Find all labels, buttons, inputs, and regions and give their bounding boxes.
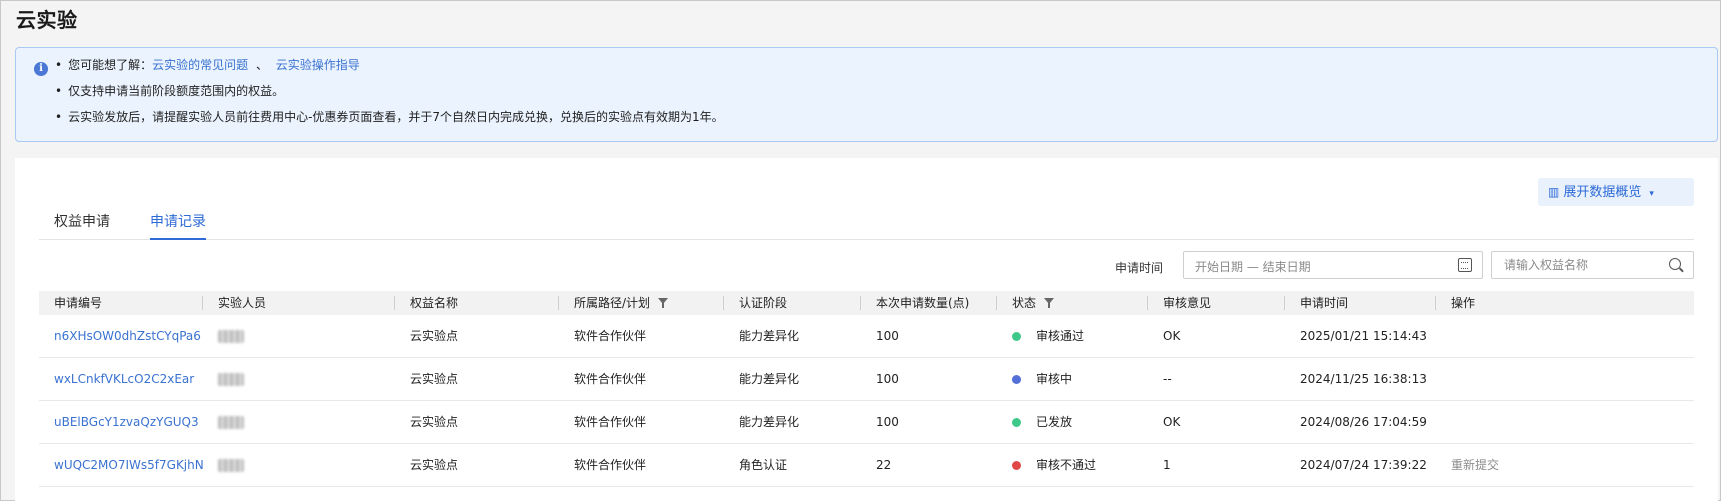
status: 审核中	[1012, 358, 1072, 401]
entitlement-name: 云实验点	[410, 415, 459, 429]
status-label: 已发放	[1036, 415, 1073, 429]
quantity: 100	[876, 415, 899, 429]
table-row: n6XHsOW0dhZstCYqPa6 云实验点 软件合作伙伴 能力差异化 10…	[39, 315, 1694, 358]
col-header-opinion: 审核意见	[1163, 296, 1212, 310]
entitlement-name: 云实验点	[410, 458, 459, 472]
apply-time: 2024/11/25 16:38:13	[1300, 372, 1427, 386]
apply-time: 2025/01/21 15:14:43	[1300, 329, 1427, 343]
quantity: 100	[876, 372, 899, 386]
quantity: 22	[876, 458, 892, 472]
col-header-stage: 认证阶段	[739, 296, 788, 310]
calendar-icon[interactable]	[1458, 258, 1472, 272]
table-row: wUQC2MO7IWs5f7GKjhN 云实验点 软件合作伙伴 角色认证 22 …	[39, 444, 1694, 487]
tab-application-records[interactable]: 申请记录	[150, 210, 206, 240]
notice-prefix: 您可能想了解：	[68, 58, 153, 72]
cert-stage: 能力差异化	[739, 329, 800, 343]
col-header-status: 状态	[1012, 291, 1055, 315]
expand-overview-button[interactable]: ▥ 展开数据概览 ▾	[1538, 178, 1694, 206]
overview-button-label: 展开数据概览	[1563, 185, 1642, 200]
bullet: •	[55, 84, 63, 98]
bar-chart-icon: ▥	[1548, 185, 1560, 199]
col-header-path: 所属路径/计划	[574, 291, 669, 315]
filter-funnel-icon[interactable]	[1044, 298, 1055, 308]
table-header: 申请编号 实验人员 权益名称 所属路径/计划 认证阶段 本次申请数量(点) 状态…	[39, 291, 1694, 315]
entitlement-name: 云实验点	[410, 372, 459, 386]
status-label: 审核不通过	[1036, 458, 1097, 472]
notice-line-3: • 云实验发放后，请提醒实验人员前往费用中心-优惠券页面查看，并于7个自然日内完成…	[55, 108, 724, 125]
blurred-person-name	[218, 459, 244, 472]
date-range-picker[interactable]: 开始日期 — 结束日期	[1183, 251, 1483, 279]
col-header-id: 申请编号	[54, 296, 103, 310]
tab-bar: 权益申请 申请记录	[39, 210, 1694, 240]
table-row: wxLCnkfVKLcO2C2xEar 云实验点 软件合作伙伴 能力差异化 10…	[39, 358, 1694, 401]
notice-line-1: • 您可能想了解：云实验的常见问题 、 云实验操作指导	[55, 56, 360, 73]
col-header-quantity: 本次申请数量(点)	[876, 296, 970, 310]
search-icon[interactable]	[1669, 258, 1681, 270]
path-plan: 软件合作伙伴	[574, 329, 647, 343]
col-header-path-label: 所属路径/计划	[574, 296, 651, 310]
review-opinion: --	[1163, 372, 1172, 386]
status: 已发放	[1012, 401, 1072, 444]
cert-stage: 角色认证	[739, 458, 788, 472]
notice-text-2: 仅支持申请当前阶段额度范围内的权益。	[68, 84, 285, 98]
notice-text-3: 云实验发放后，请提醒实验人员前往费用中心-优惠券页面查看，并于7个自然日内完成兑…	[68, 110, 724, 124]
application-id-link[interactable]: wUQC2MO7IWs5f7GKjhN	[54, 458, 204, 472]
info-notice: i • 您可能想了解：云实验的常见问题 、 云实验操作指导 • 仅支持申请当前阶段额…	[15, 47, 1718, 142]
col-header-action: 操作	[1451, 296, 1476, 310]
path-plan: 软件合作伙伴	[574, 372, 647, 386]
apply-time-label: 申请时间	[1115, 261, 1164, 275]
status-dot-icon	[1012, 418, 1021, 427]
search-box	[1491, 251, 1694, 279]
resubmit-link[interactable]: 重新提交	[1451, 444, 1499, 487]
status-dot-icon	[1012, 332, 1021, 341]
apply-time: 2024/08/26 17:04:59	[1300, 415, 1427, 429]
application-id-link[interactable]: n6XHsOW0dhZstCYqPa6	[54, 329, 201, 343]
col-header-person: 实验人员	[218, 296, 267, 310]
entitlement-name: 云实验点	[410, 329, 459, 343]
notice-line-2: • 仅支持申请当前阶段额度范围内的权益。	[55, 82, 284, 99]
entitlement-search-input[interactable]	[1492, 252, 1662, 278]
cert-stage: 能力差异化	[739, 415, 800, 429]
col-header-status-label: 状态	[1012, 296, 1037, 310]
col-header-time: 申请时间	[1300, 296, 1349, 310]
bullet: •	[55, 110, 63, 124]
blurred-person-name	[218, 373, 244, 386]
path-plan: 软件合作伙伴	[574, 458, 647, 472]
application-id-link[interactable]: uBElBGcY1zvaQzYGUQ3	[54, 415, 199, 429]
bullet: •	[55, 58, 63, 72]
col-header-entitlement: 权益名称	[410, 296, 459, 310]
notice-separator: 、	[255, 58, 268, 72]
records-table: 申请编号 实验人员 权益名称 所属路径/计划 认证阶段 本次申请数量(点) 状态…	[39, 291, 1694, 487]
quantity: 100	[876, 329, 899, 343]
cert-stage: 能力差异化	[739, 372, 800, 386]
table-row: uBElBGcY1zvaQzYGUQ3 云实验点 软件合作伙伴 能力差异化 10…	[39, 401, 1694, 444]
records-card: ▥展开数据概览 ▾ 权益申请 申请记录 申请时间 开始日期 — 结束日期 申请编号…	[15, 158, 1718, 501]
status-label: 审核通过	[1036, 329, 1085, 343]
status-dot-icon	[1012, 461, 1021, 470]
blurred-person-name	[218, 416, 244, 429]
guide-link[interactable]: 云实验操作指导	[276, 58, 360, 72]
status: 审核通过	[1012, 315, 1084, 358]
faq-link[interactable]: 云实验的常见问题	[152, 58, 248, 72]
date-range-placeholder: 开始日期 — 结束日期	[1195, 260, 1311, 274]
application-id-link[interactable]: wxLCnkfVKLcO2C2xEar	[54, 372, 194, 386]
status-label: 审核中	[1036, 372, 1073, 386]
review-opinion: OK	[1163, 415, 1181, 429]
page-title: 云实验	[16, 8, 78, 32]
filter-funnel-icon[interactable]	[658, 298, 669, 308]
info-icon: i	[34, 62, 48, 76]
apply-time: 2024/07/24 17:39:22	[1300, 458, 1427, 472]
blurred-person-name	[218, 330, 244, 343]
chevron-down-icon: ▾	[1649, 189, 1654, 199]
tab-entitlement-application[interactable]: 权益申请	[54, 210, 110, 240]
status: 审核不通过	[1012, 444, 1096, 487]
review-opinion: 1	[1163, 458, 1171, 472]
path-plan: 软件合作伙伴	[574, 415, 647, 429]
review-opinion: OK	[1163, 329, 1181, 343]
status-dot-icon	[1012, 375, 1021, 384]
